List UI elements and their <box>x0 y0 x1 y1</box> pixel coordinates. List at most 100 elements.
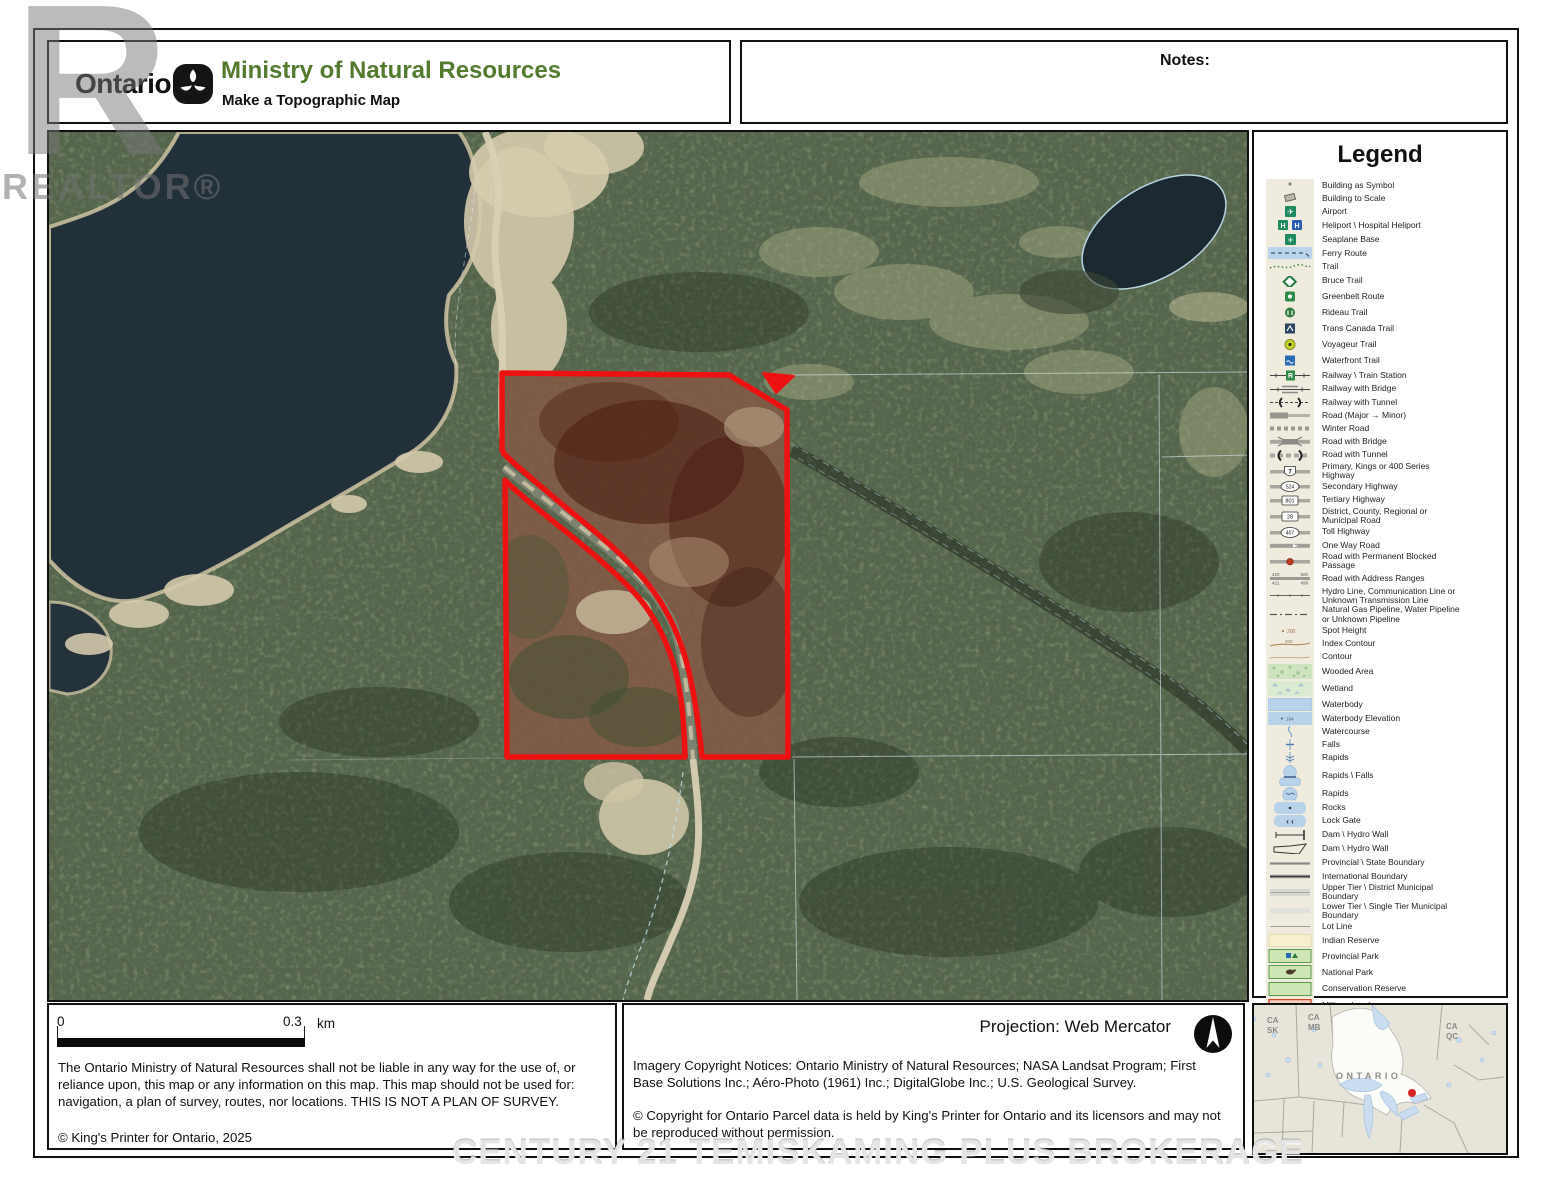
legend-symbol-addr-icon: 420500421499 <box>1266 571 1314 587</box>
svg-text:200: 200 <box>1285 639 1293 644</box>
svg-text:200: 200 <box>1287 629 1296 635</box>
legend-item: 7Primary, Kings or 400 Series Highway <box>1266 462 1504 481</box>
legend-item-label: National Park <box>1314 968 1462 977</box>
legend-item-label: Wooded Area <box>1314 667 1462 676</box>
legend-item: ✈Seaplane Base <box>1266 232 1504 246</box>
legend-item-label: Road with Bridge <box>1314 437 1462 446</box>
kings-printer-copyright: © King's Printer for Ontario, 2025 <box>58 1129 252 1146</box>
legend-item: One Way Road <box>1266 539 1504 552</box>
legend-item: Road (Major → Minor) <box>1266 409 1504 422</box>
locator-label-qc: CAQC <box>1446 1022 1458 1041</box>
locator-map: CASK CAMB CAQC ONTARIO <box>1252 1003 1508 1155</box>
legend-item-label: Watercourse <box>1314 727 1462 736</box>
legend-item: 420500421499Road with Address Ranges <box>1266 571 1504 587</box>
legend-item: Trail <box>1266 260 1504 273</box>
legend-item-label: Falls <box>1314 740 1462 749</box>
scale-unit-label: km <box>317 1016 335 1031</box>
legend-symbol-provb-icon <box>1266 856 1314 869</box>
legend-symbol-hwyrect-icon: 801 <box>1266 494 1314 507</box>
legend-symbol-rapidsfalls-icon <box>1266 764 1314 786</box>
legend-item-label: Tertiary Highway <box>1314 495 1462 504</box>
legend-item: Voyageur Trail <box>1266 337 1504 353</box>
legend-item-label: Primary, Kings or 400 Series Highway <box>1314 462 1462 481</box>
legend-symbol-railstation-icon: R <box>1266 369 1314 383</box>
legend-item-label: Upper Tier \ District Municipal Boundary <box>1314 883 1462 902</box>
legend-symbol-dam1-icon <box>1266 827 1314 841</box>
legend-item: Rapids <box>1266 751 1504 764</box>
legend-item: Ferry Route <box>1266 246 1504 260</box>
legend-item: Dam \ Hydro Wall <box>1266 827 1504 841</box>
legend-item: Waterfront Trail <box>1266 353 1504 369</box>
legend-symbol-winter-icon <box>1266 422 1314 435</box>
svg-text:✈: ✈ <box>1287 208 1294 217</box>
legend-symbol-heliport-icon: HH <box>1266 218 1314 232</box>
legend-item: Railway with Bridge <box>1266 383 1504 396</box>
legend-panel: Legend Building as SymbolBuilding to Sca… <box>1252 130 1508 998</box>
legend-item: Winter Road <box>1266 422 1504 435</box>
legend-item-label: Road with Address Ranges <box>1314 574 1462 583</box>
map-disclaimer: The Ontario Ministry of Natural Resource… <box>58 1059 603 1110</box>
legend-symbol-intlb-icon <box>1266 870 1314 883</box>
legend-symbol-bruce-icon <box>1266 274 1314 289</box>
notes-label: Notes: <box>1160 52 1210 70</box>
legend-symbol-wetland-icon <box>1266 680 1314 697</box>
svg-text:184: 184 <box>1286 716 1294 721</box>
legend-symbol-waterbody-icon <box>1266 697 1314 711</box>
legend-item: Wooded Area <box>1266 663 1504 680</box>
topographic-map <box>47 130 1249 1002</box>
legend-item: Rocks <box>1266 801 1504 814</box>
svg-text:500: 500 <box>1300 572 1308 577</box>
legend-item-label: Waterbody <box>1314 700 1462 709</box>
legend-item-label: Trail <box>1314 262 1462 271</box>
svg-text:28: 28 <box>1287 514 1293 520</box>
legend-item-label: Railway with Bridge <box>1314 384 1462 393</box>
legend-symbol-dam2-icon <box>1266 841 1314 856</box>
legend-symbol-consres-icon <box>1266 980 1314 997</box>
ministry-title: Ministry of Natural Resources <box>221 57 561 85</box>
legend-item: 801Tertiary Highway <box>1266 494 1504 507</box>
legend-symbol-roadmm-icon <box>1266 409 1314 422</box>
legend-item-label: Waterbody Elevation <box>1314 714 1462 723</box>
legend-symbol-airport-icon: ✈ <box>1266 205 1314 218</box>
legend-item-label: Rocks <box>1314 803 1462 812</box>
legend-item-label: Rapids \ Falls <box>1314 771 1462 780</box>
legend-symbol-wooded-icon <box>1266 663 1314 680</box>
legend-symbol-pipeline-icon <box>1266 605 1314 624</box>
legend-item: Road with Bridge <box>1266 435 1504 448</box>
scale-end-label: 0.3 <box>283 1014 302 1029</box>
legend-item-label: Winter Road <box>1314 424 1462 433</box>
legend-symbol-reserve-icon <box>1266 933 1314 948</box>
legend-item-label: Contour <box>1314 652 1462 661</box>
legend-item: Road with Permanent Blocked Passage <box>1266 552 1504 571</box>
legend-item-label: Rapids <box>1314 753 1462 762</box>
legend-item-label: Natural Gas Pipeline, Water Pipeline or … <box>1314 605 1462 624</box>
legend-symbol-roadbridge-icon <box>1266 435 1314 448</box>
projection-label: Projection: Web Mercator <box>980 1017 1171 1037</box>
svg-text:H: H <box>1294 223 1299 230</box>
legend-item: Building as Symbol <box>1266 179 1504 192</box>
locator-label-ontario: ONTARIO <box>1336 1071 1401 1081</box>
legend-symbol-lock-icon: ‹ ‹ <box>1266 814 1314 827</box>
legend-symbol-provpark-icon <box>1266 948 1314 964</box>
legend-item: National Park <box>1266 964 1504 980</box>
legend-item-label: Greenbelt Route <box>1314 292 1462 301</box>
legend-symbol-oneway-icon <box>1266 539 1314 552</box>
legend-items: Building as SymbolBuilding to Scale✈Airp… <box>1266 179 1504 1013</box>
legend-item-label: Waterfront Trail <box>1314 356 1462 365</box>
legend-item-label: Ferry Route <box>1314 249 1462 258</box>
projection-copyright-box: Projection: Web Mercator Imagery Copyrig… <box>622 1003 1245 1150</box>
legend-item: HHHeliport \ Hospital Heliport <box>1266 218 1504 232</box>
legend-symbol-rideau-icon <box>1266 305 1314 321</box>
legend-item-label: Rapids <box>1314 789 1462 798</box>
legend-item-label: Lower Tier \ Single Tier Municipal Bound… <box>1314 902 1462 921</box>
legend-item: Provincial Park <box>1266 948 1504 964</box>
legend-item-label: Voyageur Trail <box>1314 340 1462 349</box>
legend-item: Railway with Tunnel <box>1266 396 1504 409</box>
legend-item-label: Railway \ Train Station <box>1314 371 1462 380</box>
legend-item-label: Road (Major → Minor) <box>1314 411 1462 420</box>
legend-item-label: District, County, Regional or Municipal … <box>1314 507 1462 526</box>
legend-item: Rapids \ Falls <box>1266 764 1504 786</box>
legend-symbol-hwyshield-icon: 7 <box>1266 462 1314 481</box>
legend-symbol-falls-icon <box>1266 738 1314 751</box>
legend-item: 200Index Contour <box>1266 637 1504 650</box>
